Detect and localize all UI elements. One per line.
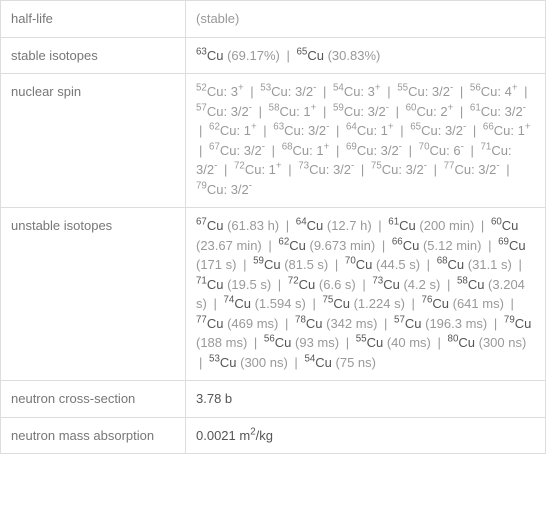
property-label: half-life [1,1,186,38]
property-value: 3.78 b [186,381,546,418]
property-value: 0.0021 m2/kg [186,417,546,454]
table-body: half-life(stable)stable isotopes63Cu (69… [1,1,546,454]
table-row: stable isotopes63Cu (69.17%) | 65Cu (30.… [1,37,546,74]
table-row: nuclear spin52Cu: 3+ | 53Cu: 3/2- | 54Cu… [1,74,546,208]
property-value: 67Cu (61.83 h) | 64Cu (12.7 h) | 61Cu (2… [186,208,546,381]
table-row: neutron mass absorption0.0021 m2/kg [1,417,546,454]
property-label: neutron cross-section [1,381,186,418]
table-row: unstable isotopes67Cu (61.83 h) | 64Cu (… [1,208,546,381]
table-row: neutron cross-section3.78 b [1,381,546,418]
properties-table: half-life(stable)stable isotopes63Cu (69… [0,0,546,454]
property-label: nuclear spin [1,74,186,208]
property-label: stable isotopes [1,37,186,74]
property-value: (stable) [186,1,546,38]
property-label: neutron mass absorption [1,417,186,454]
property-value: 52Cu: 3+ | 53Cu: 3/2- | 54Cu: 3+ | 55Cu:… [186,74,546,208]
property-value: 63Cu (69.17%) | 65Cu (30.83%) [186,37,546,74]
property-label: unstable isotopes [1,208,186,381]
table-row: half-life(stable) [1,1,546,38]
